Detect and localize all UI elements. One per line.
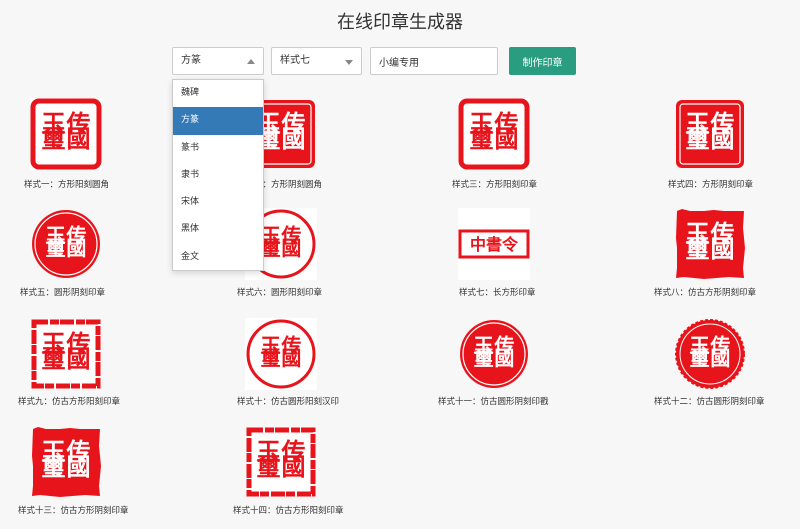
- svg-text:國: 國: [66, 344, 90, 373]
- svg-text:璽: 璽: [689, 346, 710, 370]
- font-option[interactable]: 魏碑: [173, 80, 263, 107]
- seal-text-input[interactable]: [370, 47, 498, 75]
- svg-text:璽: 璽: [42, 344, 66, 373]
- font-dropdown-menu[interactable]: 魏碑 方篆 篆书 隶书 宋体 黑体 金文: [172, 79, 264, 271]
- svg-text:璽: 璽: [42, 452, 66, 481]
- svg-text:璽: 璽: [45, 236, 66, 260]
- seal-caption: 样式一：方形阳刻圆角: [24, 180, 110, 190]
- seal-image: 传 國 玉 璽: [458, 318, 530, 390]
- seal-caption: 样式十二：仿古圆形阴刻印章: [654, 397, 765, 407]
- chevron-down-icon: [345, 60, 353, 65]
- seal-caption: 样式三：方形阳刻印章: [452, 180, 538, 190]
- svg-text:國: 國: [66, 452, 90, 481]
- svg-text:國: 國: [494, 346, 514, 370]
- seal-image: 传 國 玉 璽: [30, 208, 102, 280]
- font-option[interactable]: 黑体: [173, 216, 263, 243]
- svg-text:璽: 璽: [686, 124, 710, 153]
- svg-text:國: 國: [281, 124, 305, 153]
- make-seal-button[interactable]: 制作印章: [509, 47, 576, 75]
- svg-text:璽: 璽: [260, 346, 281, 370]
- svg-text:璽: 璽: [686, 234, 710, 263]
- seal-caption: 样式七：长方形印章: [459, 288, 536, 298]
- font-option[interactable]: 金文: [173, 244, 263, 271]
- page-title: 在线印章生成器: [337, 12, 463, 33]
- seal-image: 传 國 玉 璽: [674, 208, 746, 280]
- font-option-selected[interactable]: 方篆: [173, 107, 263, 135]
- seal-caption: 样式十三：仿古方形阴刻印章: [18, 506, 129, 516]
- font-select-value: 方篆: [181, 55, 201, 66]
- svg-text:璽: 璽: [257, 452, 281, 481]
- svg-text:國: 國: [66, 124, 90, 153]
- svg-text:國: 國: [710, 124, 734, 153]
- svg-text:國: 國: [281, 236, 301, 260]
- chevron-up-icon: [247, 59, 255, 64]
- font-option[interactable]: 篆书: [173, 135, 263, 162]
- svg-text:國: 國: [710, 234, 734, 263]
- seal-caption: 样式十：仿古圆形阳刻汉印: [237, 397, 340, 407]
- font-option[interactable]: 隶书: [173, 162, 263, 189]
- seal-caption: 样式十四：仿古方形阳刻印章: [233, 506, 344, 516]
- svg-text:國: 國: [281, 452, 305, 481]
- seal-image: 传 國 玉 璽: [245, 426, 317, 498]
- seal-caption: 样式四：方形阴刻印章: [668, 180, 754, 190]
- svg-text:璽: 璽: [42, 124, 66, 153]
- seal-caption: 样式六：圆形阳刻印章: [237, 288, 323, 298]
- svg-text:國: 國: [281, 346, 301, 370]
- seal-image: 传 國 玉 璽: [245, 318, 317, 390]
- seal-caption: 样式九：仿古方形阳刻印章: [18, 397, 121, 407]
- seal-caption: 样式十一：仿古圆形阴刻印戳: [438, 397, 549, 407]
- svg-text:國: 國: [494, 124, 518, 153]
- seal-image: 中書令: [458, 208, 530, 280]
- seal-image: 传 國 玉 璽: [674, 318, 746, 390]
- seal-caption: 样式五：圆形阴刻印章: [20, 288, 106, 298]
- style-select[interactable]: 样式七: [271, 47, 362, 75]
- svg-text:璽: 璽: [470, 124, 494, 153]
- svg-text:國: 國: [66, 236, 86, 260]
- font-option[interactable]: 宋体: [173, 189, 263, 216]
- seal-caption: 样式八：仿古方形阴刻印章: [654, 288, 757, 298]
- seal-image: 传 國 玉 璽: [30, 318, 102, 390]
- svg-text:璽: 璽: [473, 346, 494, 370]
- font-select[interactable]: 方篆: [172, 47, 264, 75]
- seal-image: 传 國 玉 璽: [674, 98, 746, 170]
- seal-image: 传 國 玉 璽: [30, 426, 102, 498]
- svg-text:國: 國: [710, 346, 730, 370]
- seal-image: 传 國 玉 璽: [30, 98, 102, 170]
- style-select-value: 样式七: [280, 55, 310, 66]
- seal-image: 传 國 玉 璽: [458, 98, 530, 170]
- svg-text:中書令: 中書令: [470, 235, 519, 254]
